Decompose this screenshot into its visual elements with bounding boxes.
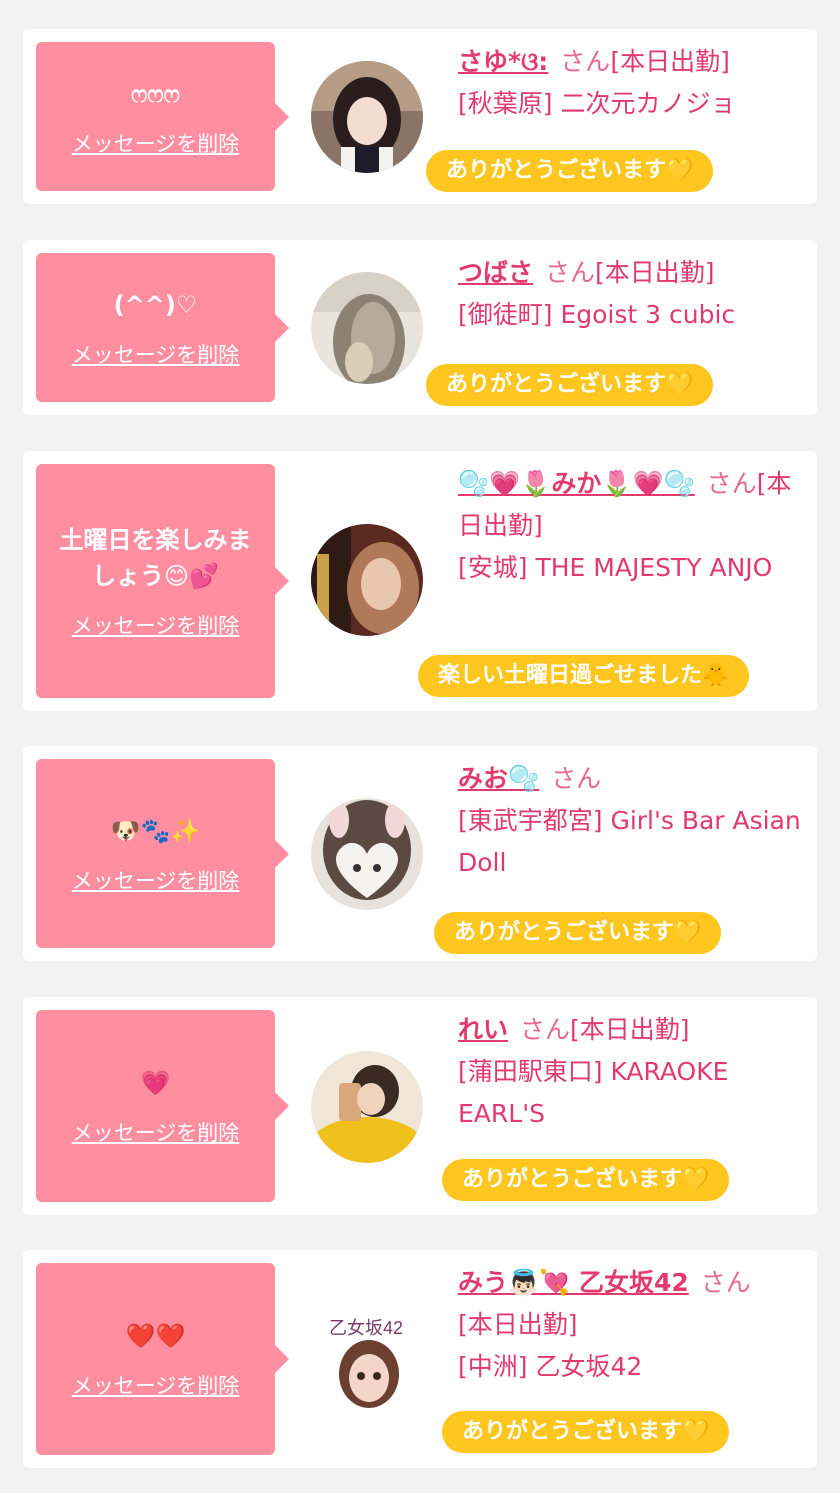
- message-text: 🐶🐾✨: [110, 816, 201, 845]
- cast-info: れい さん[本日出勤] [蒲田駅東口] KARAOKE EARL'S: [458, 1009, 803, 1135]
- message-text: ෆෆෆ: [131, 79, 180, 108]
- avatar-logo-text: 乙女坂42: [329, 1318, 403, 1338]
- reply-badge: ありがとうございます💛: [426, 364, 714, 406]
- message-text: ❤️❤️: [125, 1322, 186, 1350]
- message-list: ෆෆෆ メッセージを削除 さゆ*ଓ: さん[本日出勤] [秋葉原] 二次元カノジョ…: [0, 0, 840, 1493]
- message-text: 💗: [140, 1069, 171, 1097]
- cast-name-link[interactable]: さゆ*ଓ:: [458, 47, 548, 76]
- reply-badge: ありがとうございます💛: [434, 912, 722, 954]
- shop-label: [御徒町] Egoist 3 cubic: [458, 300, 736, 329]
- cast-name-link[interactable]: つばさ: [458, 258, 533, 287]
- cast-name-link[interactable]: れい: [458, 1015, 508, 1044]
- reply-badge: 楽しい土曜日過ごせました🐥: [418, 655, 750, 697]
- honorific: さん: [551, 764, 602, 793]
- message-text: (^^)♡: [113, 290, 198, 319]
- cast-name-link[interactable]: みう👼🏻💘 乙女坂42: [458, 1268, 689, 1297]
- delete-message-link[interactable]: メッセージを削除: [72, 610, 240, 640]
- delete-message-link[interactable]: メッセージを削除: [72, 339, 240, 369]
- cast-name-link[interactable]: 🫧💗🌷みか🌷💗🫧: [458, 469, 695, 498]
- honorific: さん: [706, 469, 757, 498]
- message-card: 土曜日を楽しみましょう😊💕 メッセージを削除 🫧💗🌷みか🌷💗🫧 さん[本日出勤] …: [23, 451, 817, 711]
- cast-info: みう👼🏻💘 乙女坂42 さん [本日出勤] [中洲] 乙女坂42: [458, 1262, 803, 1388]
- work-status: [本日出勤]: [610, 47, 730, 76]
- message-bubble: 土曜日を楽しみましょう😊💕 メッセージを削除: [36, 464, 289, 698]
- avatar[interactable]: 乙女坂42: [311, 1304, 423, 1416]
- cast-info: みお🫧 さん [東武宇都宮] Girl's Bar Asian Doll: [458, 758, 803, 884]
- avatar[interactable]: [311, 61, 423, 173]
- avatar[interactable]: [311, 524, 423, 636]
- honorific: さん: [545, 258, 596, 287]
- work-status: [本日出勤]: [595, 258, 715, 287]
- cast-info: つばさ さん[本日出勤] [御徒町] Egoist 3 cubic: [458, 252, 803, 336]
- cast-info: さゆ*ଓ: さん[本日出勤] [秋葉原] 二次元カノジョ: [458, 41, 803, 125]
- cast-name-link[interactable]: みお🫧: [458, 764, 539, 793]
- honorific: さん: [560, 47, 611, 76]
- message-bubble: 🐶🐾✨ メッセージを削除: [36, 759, 289, 948]
- reply-badge: ありがとうございます💛: [442, 1411, 730, 1453]
- message-card: ❤️❤️ メッセージを削除 乙女坂42 みう👼🏻💘 乙女坂42 さん [本日出勤]…: [23, 1250, 817, 1468]
- shop-label: [中洲] 乙女坂42: [458, 1352, 643, 1381]
- shop-label: [安城] THE MAJESTY ANJO: [458, 553, 773, 582]
- shop-label: [秋葉原] 二次元カノジョ: [458, 89, 736, 118]
- delete-message-link[interactable]: メッセージを削除: [72, 1370, 240, 1400]
- message-card: 🐶🐾✨ メッセージを削除 みお🫧 さん [東武宇都宮] Girl's Bar As…: [23, 746, 817, 961]
- message-bubble: 💗 メッセージを削除: [36, 1010, 289, 1202]
- avatar[interactable]: [311, 1051, 423, 1163]
- message-text: 土曜日を楽しみましょう😊💕: [59, 526, 252, 590]
- message-bubble: (^^)♡ メッセージを削除: [36, 253, 289, 402]
- message-card: ෆෆෆ メッセージを削除 さゆ*ଓ: さん[本日出勤] [秋葉原] 二次元カノジョ…: [23, 29, 817, 204]
- cast-info: 🫧💗🌷みか🌷💗🫧 さん[本日出勤] [安城] THE MAJESTY ANJO: [458, 463, 803, 589]
- delete-message-link[interactable]: メッセージを削除: [72, 128, 240, 158]
- message-card: 💗 メッセージを削除 れい さん[本日出勤] [蒲田駅東口] KARAOKE EA…: [23, 997, 817, 1215]
- avatar[interactable]: [311, 272, 423, 384]
- message-bubble: ෆෆෆ メッセージを削除: [36, 42, 289, 191]
- reply-badge: ありがとうございます💛: [426, 150, 714, 192]
- honorific: さん: [700, 1268, 751, 1297]
- reply-badge: ありがとうございます💛: [442, 1159, 730, 1201]
- delete-message-link[interactable]: メッセージを削除: [72, 865, 240, 895]
- honorific: さん: [520, 1015, 571, 1044]
- delete-message-link[interactable]: メッセージを削除: [72, 1117, 240, 1147]
- message-bubble: ❤️❤️ メッセージを削除: [36, 1263, 289, 1455]
- message-card: (^^)♡ メッセージを削除 つばさ さん[本日出勤] [御徒町] Egoist …: [23, 240, 817, 415]
- shop-label: [東武宇都宮] Girl's Bar Asian Doll: [458, 806, 801, 877]
- work-status: [本日出勤]: [570, 1015, 690, 1044]
- avatar[interactable]: [311, 798, 423, 910]
- work-status: [本日出勤]: [458, 1310, 578, 1339]
- shop-label: [蒲田駅東口] KARAOKE EARL'S: [458, 1057, 729, 1128]
